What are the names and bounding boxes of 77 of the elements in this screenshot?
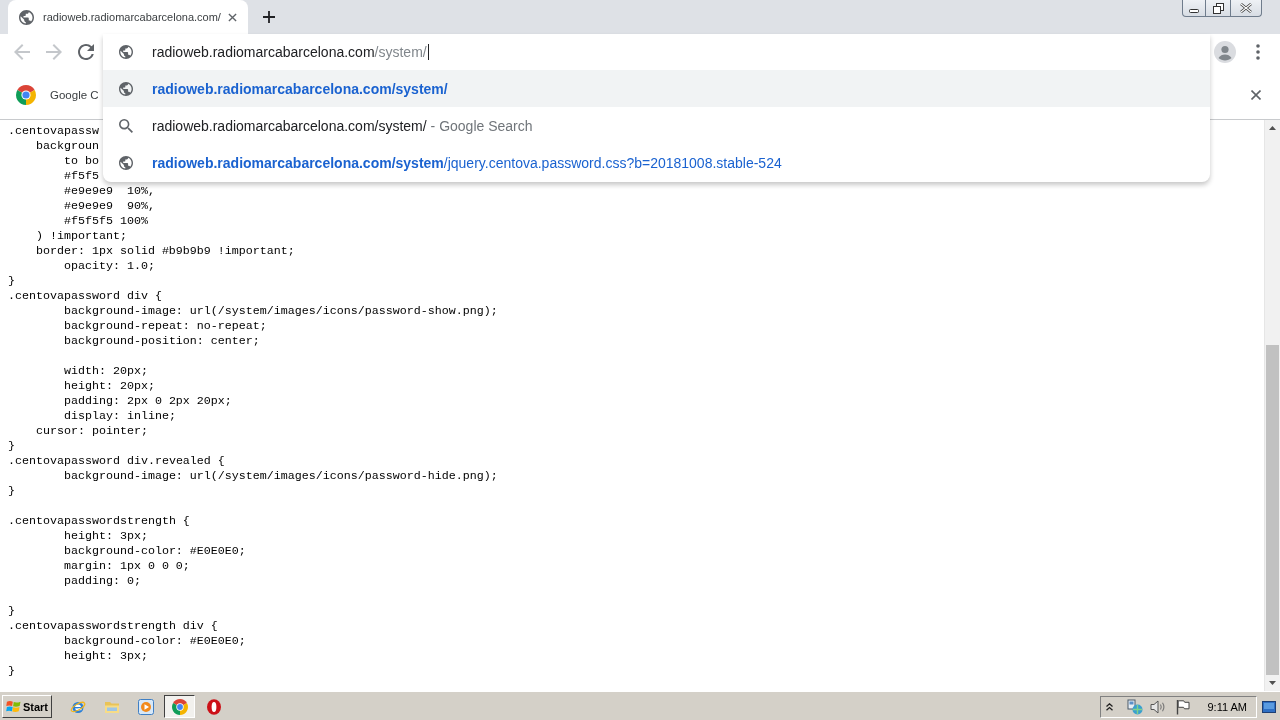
code-line: background-repeat: no-repeat; [63,319,267,333]
close-tab-icon[interactable] [227,12,237,22]
globe-icon [119,81,133,96]
code-line: .centovapasswordstrength { [8,514,190,528]
oval-ring-icon [205,698,222,715]
back-arrow-icon [14,44,30,60]
code-line: background-color: #E0E0E0; [63,544,246,558]
start-button[interactable]: Start [2,695,52,718]
code-line: } [8,484,15,498]
code-line: } [8,274,15,288]
browser-logo-icon [16,84,36,105]
search-icon [119,118,133,133]
code-line: #f5f5f5 100% [63,214,148,228]
scroll-down-icon[interactable] [1269,681,1276,685]
code-line: #e9e9e9 90%, [63,199,155,213]
speaker-icon[interactable] [1150,698,1167,715]
address-field[interactable]: radioweb.radiomarcabarcelona.com/system/ [152,44,429,60]
start-logo-icon [6,699,21,714]
menu-icon[interactable] [1256,44,1260,60]
code-line: height: 20px; [63,379,155,393]
new-tab-icon[interactable] [263,11,275,23]
suggestion-item[interactable]: radioweb.radiomarcabarcelona.com/system/jquery.centova.password.css?b=20181008.stable-524 [103,144,1210,181]
infobar-message: Google C [50,88,99,101]
code-line: border: 1px solid #b9b9b9 !important; [35,244,295,258]
code-line: height: 3px; [63,649,148,663]
code-line: padding: 0; [63,574,141,588]
code-line: background-image: url(/system/images/icons/password-show.png); [63,304,498,318]
code-line: background-position: center; [63,334,260,348]
globe-icon [19,9,34,25]
reload-icon [78,44,94,60]
code-line: opacity: 1.0; [63,259,155,273]
scrollbar-thumb[interactable] [1266,345,1279,675]
code-line: } [8,439,15,453]
flag-icon[interactable] [1176,698,1191,715]
taskbar-button[interactable] [164,695,195,718]
code-line: } [8,604,15,618]
avatar-icon[interactable] [1214,41,1236,63]
forward-arrow-icon [46,44,62,60]
code-line: margin: 1px 0 0 0; [63,559,190,573]
suggestion-item[interactable]: radioweb.radiomarcabarcelona.com/system/ [103,70,1210,107]
code-line: display: inline; [63,409,176,423]
show-desktop-icon[interactable] [1262,700,1276,713]
code-line: ) !important; [35,229,127,243]
chevron-up-icon[interactable] [1106,702,1114,711]
code-line: to bo [63,154,99,168]
scrollbar[interactable] [1264,120,1280,691]
restore-button[interactable] [1206,0,1231,17]
restore-icon [1212,2,1224,14]
code-line: #f5f5 [63,169,99,183]
close-icon[interactable] [1251,89,1261,100]
scroll-up-icon[interactable] [1269,126,1276,130]
code-line: .centovapassw [8,124,99,138]
code-line: background-image: url(/system/images/icons/password-hide.png); [63,469,498,483]
code-line: backgroun [35,139,99,153]
media-player-icon [137,698,154,715]
code-line: cursor: pointer; [35,424,148,438]
close-icon [1240,3,1252,13]
suggestion-item[interactable]: radioweb.radiomarcabarcelona.com/system/ - Google Search [103,107,1210,144]
tab-title: radioweb.radiomarcabarcelona.com/ [43,11,221,23]
browser-tab[interactable]: radioweb.radiomarcabarcelona.com/ [8,0,248,34]
code-line: #e9e9e9 10%, [63,184,155,198]
code-line: .centovapassword div.revealed { [8,454,225,468]
minimize-button[interactable] [1182,0,1206,17]
code-line: padding: 2px 0 2px 20px; [63,394,232,408]
code-line: height: 3px; [63,529,148,543]
globe-icon [119,155,133,170]
code-line: width: 20px; [63,364,148,378]
code-line: } [8,664,15,678]
globe-icon [119,45,133,59]
close-window-button[interactable] [1231,0,1262,17]
code-line: .centovapasswordstrength div { [8,619,218,633]
code-line: .centovapassword div { [8,289,162,303]
network-icon[interactable] [1127,698,1144,715]
minimize-icon [1189,9,1199,13]
clock[interactable]: 9:11 AM [1207,700,1247,713]
browser-logo-icon [171,698,188,715]
code-line: background-color: #E0E0E0; [63,634,246,648]
